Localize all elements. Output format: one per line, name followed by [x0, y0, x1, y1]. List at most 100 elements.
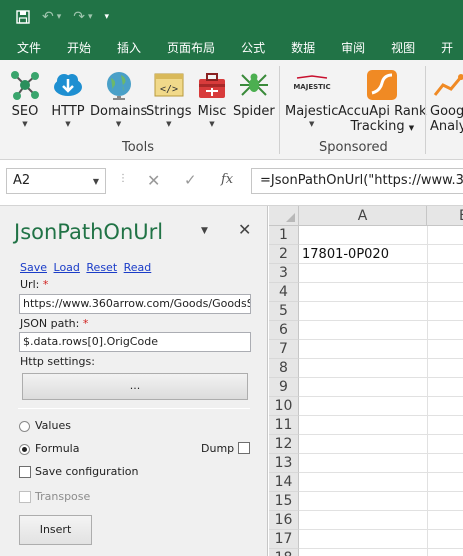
enter-icon[interactable]: ✓ — [184, 171, 197, 189]
read-link[interactable]: Read — [124, 261, 152, 274]
row-header[interactable]: 15 — [269, 492, 299, 511]
tab-review[interactable]: 审阅 — [341, 39, 365, 56]
row-header[interactable]: 12 — [269, 435, 299, 454]
google-analytics-label-line2: Analy — [430, 119, 463, 134]
tab-home[interactable]: 开始 — [67, 39, 91, 56]
dump-checkbox[interactable] — [238, 442, 250, 454]
url-input[interactable]: https://www.360arrow.com/Goods/GoodsSear… — [19, 294, 251, 314]
majestic-button[interactable]: MAJESTIC Majestic ▼ — [285, 68, 338, 129]
cell-a2[interactable]: 17801-0P020 — [302, 245, 389, 264]
table-row[interactable] — [299, 359, 463, 378]
undo-icon[interactable]: ↶ — [42, 9, 54, 25]
table-row[interactable] — [299, 226, 463, 245]
http-button[interactable]: HTTP ▼ — [51, 68, 85, 129]
select-all-corner[interactable] — [269, 206, 299, 226]
close-icon[interactable]: ✕ — [238, 220, 251, 239]
table-row[interactable] — [299, 530, 463, 549]
domains-label: Domains — [90, 104, 148, 119]
reset-link[interactable]: Reset — [86, 261, 117, 274]
tab-view[interactable]: 视图 — [391, 39, 415, 56]
table-row[interactable] — [299, 416, 463, 435]
insert-function-icon[interactable]: fx — [221, 172, 233, 187]
google-analytics-label: Goog — [430, 104, 463, 119]
spider-label: Spider — [233, 104, 275, 119]
table-row[interactable] — [299, 435, 463, 454]
row-header[interactable]: 2 — [269, 245, 299, 264]
row-header[interactable]: 10 — [269, 397, 299, 416]
accuapi-label-line2: Tracking — [350, 119, 405, 134]
row-header[interactable]: 16 — [269, 511, 299, 530]
tab-developer[interactable]: 开 — [441, 39, 453, 56]
table-row[interactable] — [299, 321, 463, 340]
row-header[interactable]: 14 — [269, 473, 299, 492]
row-header[interactable]: 17 — [269, 530, 299, 549]
insert-button[interactable]: Insert — [19, 515, 92, 545]
row-header[interactable]: 5 — [269, 302, 299, 321]
row-header[interactable]: 3 — [269, 264, 299, 283]
tab-page-layout[interactable]: 页面布局 — [167, 39, 215, 56]
row-header[interactable]: 11 — [269, 416, 299, 435]
tab-data[interactable]: 数据 — [291, 39, 315, 56]
save-link[interactable]: Save — [20, 261, 47, 274]
column-header-b[interactable]: B — [427, 206, 463, 226]
column-header-a[interactable]: A — [299, 206, 427, 226]
strings-button[interactable]: </> Strings ▼ — [146, 68, 192, 129]
redo-icon[interactable]: ↷ — [73, 9, 85, 25]
name-box[interactable]: A2 ▼ — [6, 168, 106, 194]
dump-label: Dump — [201, 442, 235, 455]
pane-options-icon[interactable]: ▼ — [201, 226, 208, 236]
svg-text:</>: </> — [160, 84, 178, 95]
table-row[interactable] — [299, 378, 463, 397]
customize-qat-icon[interactable]: ▾ — [105, 12, 110, 22]
accuapi-rank-tracking-button[interactable]: AccuApi Rank Tracking ▼ — [338, 68, 427, 136]
spider-button[interactable]: Spider — [233, 68, 275, 119]
load-link[interactable]: Load — [54, 261, 80, 274]
values-radio[interactable] — [19, 421, 30, 432]
misc-label: Misc — [197, 104, 227, 119]
row-header[interactable]: 1 — [269, 226, 299, 245]
http-settings-button[interactable]: ... — [22, 373, 248, 400]
transpose-checkbox[interactable] — [19, 491, 31, 503]
strings-code-icon: </> — [152, 68, 186, 102]
row-header[interactable]: 7 — [269, 340, 299, 359]
chevron-down-icon: ▼ — [65, 120, 71, 128]
required-marker: * — [82, 317, 89, 330]
row-header[interactable]: 4 — [269, 283, 299, 302]
misc-button[interactable]: Misc ▼ — [195, 68, 229, 129]
row-header[interactable]: 18 — [269, 549, 299, 556]
redo-dropdown-icon[interactable]: ▾ — [88, 12, 93, 22]
transpose-label: Transpose — [35, 490, 91, 503]
domains-button[interactable]: Domains ▼ — [90, 68, 147, 129]
row-header[interactable]: 8 — [269, 359, 299, 378]
table-row[interactable] — [299, 397, 463, 416]
tab-file[interactable]: 文件 — [17, 39, 41, 56]
table-row[interactable] — [299, 454, 463, 473]
table-row[interactable] — [299, 492, 463, 511]
chevron-down-icon[interactable]: ▼ — [93, 177, 99, 186]
table-row[interactable] — [299, 264, 463, 283]
formula-radio[interactable] — [19, 444, 30, 455]
ribbon-tabs: 文件 开始 插入 页面布局 公式 数据 审阅 视图 开 — [0, 34, 463, 60]
seo-button[interactable]: SEO ▼ — [8, 68, 42, 129]
undo-dropdown-icon[interactable]: ▾ — [57, 12, 62, 22]
title-bar: ↶ ▾ ↷ ▾ ▾ — [0, 0, 463, 34]
row-header[interactable]: 13 — [269, 454, 299, 473]
save-configuration-checkbox[interactable] — [19, 466, 31, 478]
table-row[interactable] — [299, 340, 463, 359]
table-row[interactable] — [299, 283, 463, 302]
row-header[interactable]: 9 — [269, 378, 299, 397]
formula-input[interactable]: =JsonPathOnUrl("https://www.3 — [251, 168, 463, 194]
table-row[interactable] — [299, 511, 463, 530]
json-path-input[interactable]: $.data.rows[0].OrigCode — [19, 332, 251, 352]
domains-globe-icon — [102, 68, 136, 102]
row-header[interactable]: 6 — [269, 321, 299, 340]
google-analytics-button[interactable]: Goog Analy — [430, 68, 463, 134]
more-options-icon[interactable]: ⋮ — [118, 173, 128, 184]
table-row[interactable] — [299, 473, 463, 492]
http-cloud-icon — [51, 68, 85, 102]
save-icon[interactable] — [16, 10, 30, 24]
tab-insert[interactable]: 插入 — [117, 39, 141, 56]
tab-formulas[interactable]: 公式 — [241, 39, 265, 56]
cancel-icon[interactable]: ✕ — [147, 171, 160, 190]
table-row[interactable] — [299, 302, 463, 321]
